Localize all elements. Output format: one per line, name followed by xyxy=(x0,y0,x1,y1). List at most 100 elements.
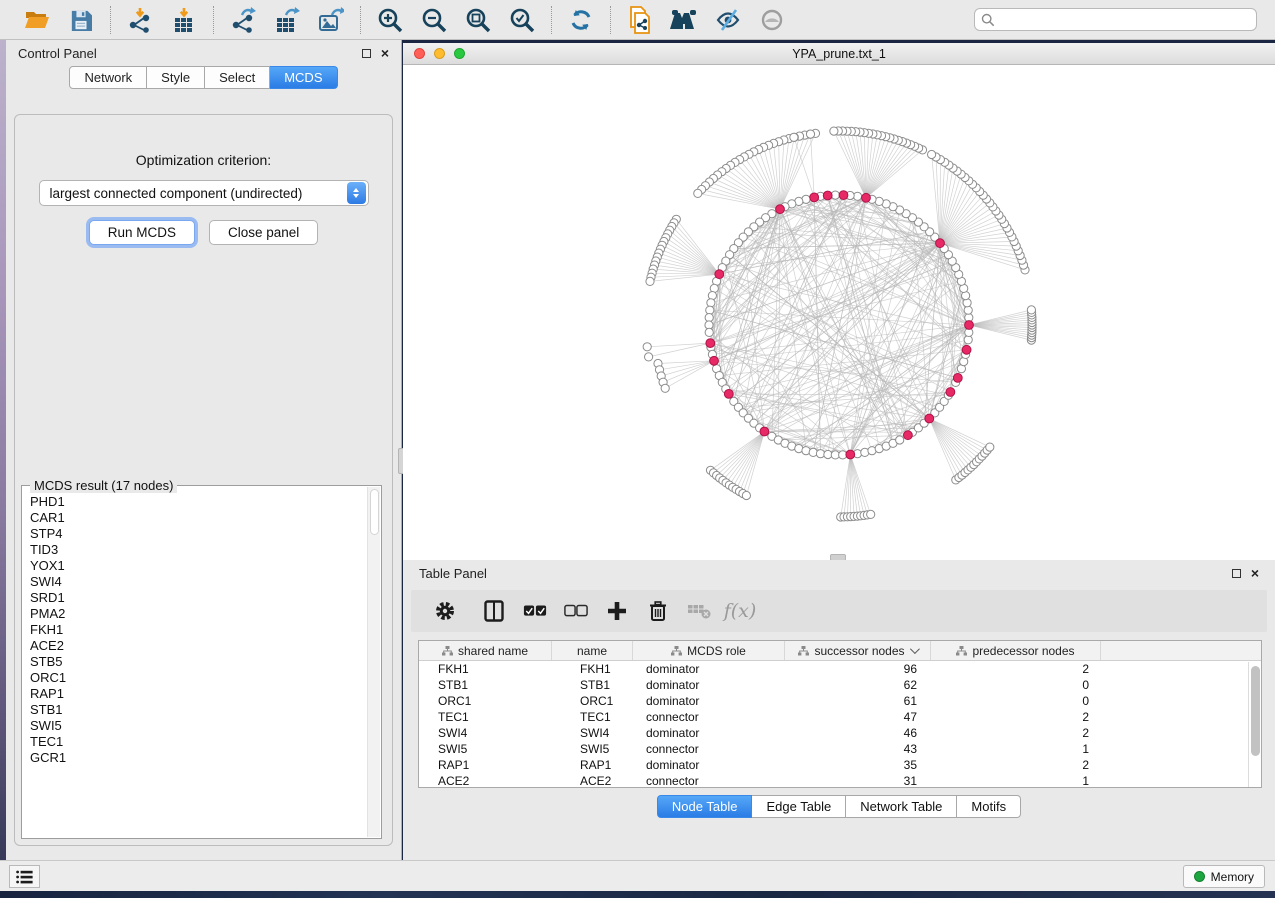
export-table-icon xyxy=(274,7,300,33)
select-all-button[interactable] xyxy=(523,599,547,623)
mcds-result-item[interactable]: GCR1 xyxy=(30,750,365,766)
run-mcds-button[interactable]: Run MCDS xyxy=(89,220,195,245)
cell-predecessor-nodes: 1 xyxy=(931,742,1101,756)
show-eye-button[interactable] xyxy=(755,4,789,36)
search-binoculars-button[interactable] xyxy=(667,4,701,36)
zoom-in-button[interactable] xyxy=(373,4,407,36)
optimization-criterion-dropdown[interactable]: largest connected component (undirected) xyxy=(39,180,369,206)
zoom-out-button[interactable] xyxy=(417,4,451,36)
mcds-result-item[interactable]: CAR1 xyxy=(30,510,365,526)
close-table-panel-icon[interactable]: × xyxy=(1251,566,1259,580)
float-table-panel-icon[interactable] xyxy=(1232,569,1241,578)
export-table-button[interactable] xyxy=(270,4,304,36)
network-canvas[interactable] xyxy=(403,65,1275,560)
refresh-layout-button[interactable] xyxy=(564,4,598,36)
column-header-predecessor-nodes[interactable]: predecessor nodes xyxy=(931,641,1101,660)
float-panel-icon[interactable] xyxy=(362,49,371,58)
zoom-fit-button[interactable] xyxy=(461,4,495,36)
table-row[interactable]: ACE2ACE2connector311 xyxy=(419,773,1261,788)
delete-column-button[interactable] xyxy=(646,599,670,623)
mcds-result-item[interactable]: PHD1 xyxy=(30,494,365,510)
mcds-result-item[interactable]: ACE2 xyxy=(30,638,365,654)
mcds-result-item[interactable]: STB5 xyxy=(30,654,365,670)
show-columns-button[interactable] xyxy=(482,599,506,623)
network-view-window: YPA_prune.txt_1 xyxy=(403,40,1275,560)
column-header-shared-name[interactable]: shared name xyxy=(419,641,552,660)
table-row[interactable]: SWI4SWI4dominator462 xyxy=(419,725,1261,741)
cell-successor-nodes: 31 xyxy=(785,774,931,788)
tab-select[interactable]: Select xyxy=(205,66,270,89)
export-network-button[interactable] xyxy=(226,4,260,36)
table-row[interactable]: RAP1RAP1dominator352 xyxy=(419,757,1261,773)
unselect-all-button[interactable] xyxy=(564,599,588,623)
clone-network-button[interactable] xyxy=(623,4,657,36)
tab-mcds[interactable]: MCDS xyxy=(270,66,337,89)
table-row[interactable]: SWI5SWI5connector431 xyxy=(419,741,1261,757)
cell-name: STB1 xyxy=(552,678,633,692)
mcds-result-item[interactable]: PMA2 xyxy=(30,606,365,622)
column-header-MCDS-role[interactable]: MCDS role xyxy=(633,641,785,660)
cell-name: RAP1 xyxy=(552,758,633,772)
mcds-result-item[interactable]: TEC1 xyxy=(30,734,365,750)
tab-style[interactable]: Style xyxy=(147,66,205,89)
dropdown-stepper-icon xyxy=(347,182,366,204)
search-input[interactable] xyxy=(995,13,1250,27)
cell-successor-nodes: 62 xyxy=(785,678,931,692)
export-image-button[interactable] xyxy=(314,4,348,36)
tab-network[interactable]: Network xyxy=(69,66,147,89)
close-panel-button[interactable]: Close panel xyxy=(209,220,318,245)
import-network-icon xyxy=(127,7,153,33)
mcds-result-item[interactable]: STP4 xyxy=(30,526,365,542)
open-session-button[interactable] xyxy=(20,4,54,36)
table-settings-button[interactable] xyxy=(433,599,457,623)
tab-edge-table[interactable]: Edge Table xyxy=(752,795,846,818)
delete-table-button[interactable] xyxy=(687,599,711,623)
memory-button[interactable]: Memory xyxy=(1183,865,1265,888)
add-column-button[interactable] xyxy=(605,599,629,623)
table-row[interactable]: ORC1ORC1dominator610 xyxy=(419,693,1261,709)
import-table-button[interactable] xyxy=(167,4,201,36)
mcds-result-item[interactable]: ORC1 xyxy=(30,670,365,686)
cell-MCDS-role: dominator xyxy=(633,678,785,692)
show-panels-button[interactable] xyxy=(9,865,40,888)
column-header-name[interactable]: name xyxy=(552,641,633,660)
mcds-result-item[interactable]: SWI5 xyxy=(30,718,365,734)
table-row[interactable]: FKH1FKH1dominator962 xyxy=(419,661,1261,677)
search-box[interactable] xyxy=(974,8,1257,31)
save-session-button[interactable] xyxy=(64,4,98,36)
application-window: Control Panel × NetworkStyleSelectMCDS O… xyxy=(0,0,1275,898)
table-toolbar: f(x) xyxy=(411,590,1267,632)
mcds-result-item[interactable]: TID3 xyxy=(30,542,365,558)
column-header-successor-nodes[interactable]: successor nodes xyxy=(785,641,931,660)
network-window-titlebar[interactable]: YPA_prune.txt_1 xyxy=(403,43,1275,65)
mcds-list-scrollbar[interactable] xyxy=(367,487,380,837)
control-panel: Control Panel × NetworkStyleSelectMCDS O… xyxy=(6,40,402,860)
mcds-result-item[interactable]: STB1 xyxy=(30,702,365,718)
cell-name: TEC1 xyxy=(552,710,633,724)
import-network-button[interactable] xyxy=(123,4,157,36)
tab-node-table[interactable]: Node Table xyxy=(657,795,753,818)
function-builder-button[interactable]: f(x) xyxy=(728,599,752,623)
mcds-result-item[interactable]: RAP1 xyxy=(30,686,365,702)
table-body: FKH1FKH1dominator962STB1STB1dominator620… xyxy=(419,661,1261,788)
table-header-row: shared namenameMCDS rolesuccessor nodesp… xyxy=(419,641,1261,661)
zoom-selected-button[interactable] xyxy=(505,4,539,36)
mcds-result-title: MCDS result (17 nodes) xyxy=(30,478,177,493)
zoom-selected-icon xyxy=(509,7,535,33)
table-scrollbar[interactable] xyxy=(1248,662,1261,787)
table-panel: Table Panel × xyxy=(403,560,1275,860)
checked-checkboxes-icon xyxy=(523,604,547,618)
mcds-result-item[interactable]: FKH1 xyxy=(30,622,365,638)
tab-network-table[interactable]: Network Table xyxy=(846,795,957,818)
mcds-result-item[interactable]: SRD1 xyxy=(30,590,365,606)
table-row[interactable]: STB1STB1dominator620 xyxy=(419,677,1261,693)
table-row[interactable]: TEC1TEC1connector472 xyxy=(419,709,1261,725)
mcds-result-item[interactable]: YOX1 xyxy=(30,558,365,574)
tab-motifs[interactable]: Motifs xyxy=(957,795,1021,818)
hide-selected-button[interactable] xyxy=(711,4,745,36)
mcds-result-list[interactable]: PHD1CAR1STP4TID3YOX1SWI4SRD1PMA2FKH1ACE2… xyxy=(30,494,365,834)
optimization-criterion-label: Optimization criterion: xyxy=(15,152,392,168)
mcds-result-item[interactable]: SWI4 xyxy=(30,574,365,590)
cell-successor-nodes: 35 xyxy=(785,758,931,772)
close-panel-icon[interactable]: × xyxy=(381,46,389,60)
